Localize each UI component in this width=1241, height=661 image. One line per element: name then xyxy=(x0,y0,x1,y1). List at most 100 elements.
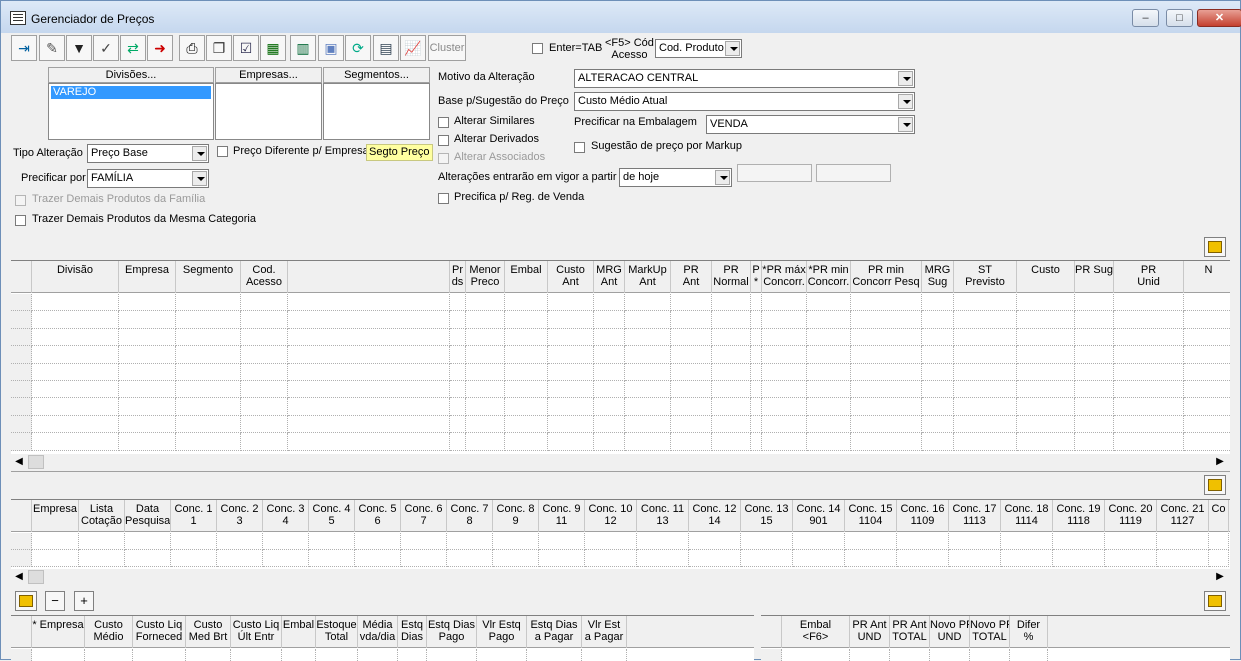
grid-cell[interactable] xyxy=(1184,416,1230,434)
vigor-time-field[interactable] xyxy=(816,164,891,182)
grid-cell[interactable] xyxy=(671,311,712,329)
grid-cell[interactable] xyxy=(288,363,450,381)
column-header[interactable]: Conc. 19 1118 xyxy=(1053,500,1105,532)
grid-cell[interactable] xyxy=(954,328,1017,347)
grid-cell[interactable] xyxy=(1105,533,1157,550)
grid-cell[interactable] xyxy=(505,415,548,434)
grid-cell[interactable] xyxy=(922,346,954,364)
grid-cell[interactable] xyxy=(851,328,922,347)
grid-cell[interactable] xyxy=(288,415,450,434)
column-header[interactable]: Conc. 3 4 xyxy=(263,500,309,532)
grid-cell[interactable] xyxy=(890,649,930,661)
grid-cell[interactable] xyxy=(119,346,176,364)
grid-cell[interactable] xyxy=(949,533,1001,550)
grid-cell[interactable] xyxy=(79,533,125,550)
grid-cell[interactable] xyxy=(119,398,176,416)
column-header[interactable]: PR Sug xyxy=(1075,261,1114,293)
grid-cell[interactable] xyxy=(751,415,762,434)
grid-cell[interactable] xyxy=(807,311,851,329)
column-header[interactable]: *PR min Concorr. xyxy=(807,261,851,293)
column-header[interactable]: Co xyxy=(1209,500,1229,532)
grid-cell[interactable] xyxy=(689,533,741,550)
grid-cell[interactable] xyxy=(922,294,954,312)
edit-list-icon[interactable]: ☑ xyxy=(233,35,259,61)
column-header[interactable]: Estoque Total xyxy=(316,616,358,648)
grid-cell[interactable] xyxy=(241,433,288,451)
grid-cell[interactable] xyxy=(712,363,751,381)
grid-cell[interactable] xyxy=(466,363,505,381)
grid-cell[interactable] xyxy=(85,649,133,661)
grid-cell[interactable] xyxy=(671,346,712,364)
grid-cell[interactable] xyxy=(358,649,398,661)
grid-cell[interactable] xyxy=(625,415,671,434)
grid-cell[interactable] xyxy=(625,294,671,312)
table-icon[interactable]: ▥ xyxy=(290,35,316,61)
column-header[interactable]: MRG Ant xyxy=(594,261,625,293)
grid-cell[interactable] xyxy=(930,649,970,661)
column-header[interactable]: PR Unid xyxy=(1114,261,1184,293)
grid-cell[interactable] xyxy=(751,398,762,416)
grid-cell[interactable] xyxy=(505,363,548,381)
grid-cell[interactable] xyxy=(231,649,282,661)
copy-icon[interactable]: ❐ xyxy=(206,35,232,61)
grid-cell[interactable] xyxy=(954,346,1017,364)
column-header[interactable]: Conc. 18 1114 xyxy=(1001,500,1053,532)
grid-cell[interactable] xyxy=(922,398,954,416)
grid-cell[interactable] xyxy=(548,328,594,347)
row-selector[interactable] xyxy=(11,533,32,550)
grid-cell[interactable] xyxy=(1053,550,1105,567)
divisoes-list[interactable]: VAREJO xyxy=(48,83,214,140)
grid-cell[interactable] xyxy=(625,381,671,399)
grid-cell[interactable] xyxy=(625,311,671,329)
grid-cell[interactable] xyxy=(427,649,477,661)
motivo-select[interactable]: ALTERACAO CENTRAL xyxy=(574,69,915,88)
grid-cell[interactable] xyxy=(217,533,263,550)
grid-cell[interactable] xyxy=(1075,398,1114,416)
alterar-derivados-checkbox[interactable] xyxy=(438,135,449,146)
grid-cell[interactable] xyxy=(1209,533,1229,550)
exit-icon[interactable]: ⇥ xyxy=(11,35,37,61)
column-header[interactable]: Conc. 2 3 xyxy=(217,500,263,532)
grid-cell[interactable] xyxy=(493,533,539,550)
grid-cell[interactable] xyxy=(32,381,119,399)
grid-cell[interactable] xyxy=(594,328,625,347)
grid-cell[interactable] xyxy=(171,550,217,567)
column-header[interactable]: Conc. 11 13 xyxy=(637,500,689,532)
grid-cell[interactable] xyxy=(1114,433,1184,451)
column-header[interactable]: Conc. 1 1 xyxy=(171,500,217,532)
column-header[interactable]: Vlr Est a Pagar xyxy=(582,616,627,648)
grid-cell[interactable] xyxy=(762,415,807,434)
trazer-categoria-checkbox[interactable] xyxy=(15,215,26,226)
grid-cell[interactable] xyxy=(539,533,585,550)
grid-cell[interactable] xyxy=(1184,398,1230,416)
grid-cell[interactable] xyxy=(751,294,762,312)
column-header[interactable]: Custo Liq Últ Entr xyxy=(231,616,282,648)
grid-cell[interactable] xyxy=(176,398,241,416)
grid-cell[interactable] xyxy=(450,311,466,329)
grid-cell[interactable] xyxy=(751,346,762,364)
grid-cell[interactable] xyxy=(1114,328,1184,347)
grid-cell[interactable] xyxy=(401,550,447,567)
grid-cell[interactable] xyxy=(288,346,450,364)
column-header[interactable]: Difer % xyxy=(1010,616,1048,648)
column-header[interactable]: Novo PR UND xyxy=(930,616,970,648)
grid-cell[interactable] xyxy=(125,533,171,550)
stock-grid[interactable]: * Empresa Custo Médio Custo Liq Forneced Cu… xyxy=(11,615,754,661)
prices-grid-scrollbar[interactable]: ◀ ▶ xyxy=(11,454,1230,470)
grid-cell[interactable] xyxy=(751,381,762,399)
grid-cell[interactable] xyxy=(897,533,949,550)
import-icon[interactable] xyxy=(1204,591,1226,611)
close-button[interactable]: ✕ xyxy=(1197,9,1241,27)
grid-cell[interactable] xyxy=(1184,329,1230,347)
grid-cell[interactable] xyxy=(762,328,807,347)
grid-cell[interactable] xyxy=(807,398,851,416)
add-button[interactable]: + xyxy=(74,591,94,611)
grid-cell[interactable] xyxy=(1075,363,1114,381)
minimize-button[interactable]: – xyxy=(1132,9,1159,27)
arrow-red-icon[interactable]: ➜ xyxy=(147,35,173,61)
grid-cell[interactable] xyxy=(1017,398,1075,416)
column-header[interactable]: MRG Sug xyxy=(922,261,954,293)
grid-cell[interactable] xyxy=(807,294,851,312)
grid-cell[interactable] xyxy=(398,649,427,661)
grid-cell[interactable] xyxy=(712,433,751,451)
